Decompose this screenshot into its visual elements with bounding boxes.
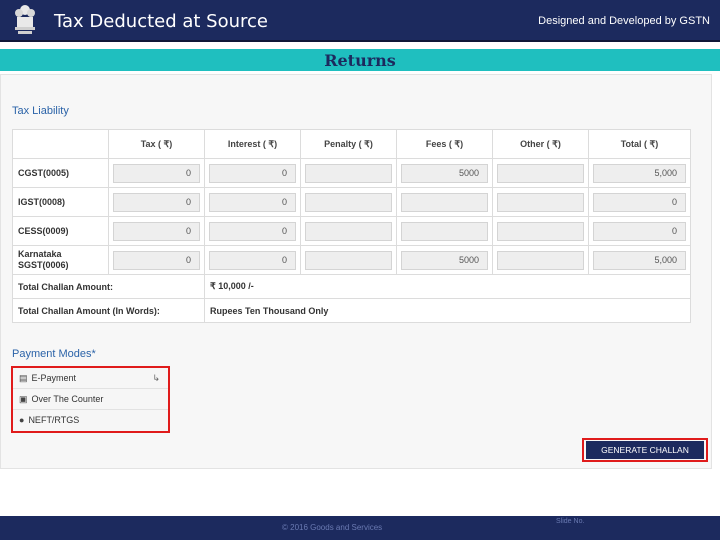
footer-page-number: Slide No.	[556, 518, 585, 525]
table-row: CESS(0009) 0 0 0	[12, 216, 691, 246]
tax-liability-table: Tax ( ₹) Interest ( ₹) Penalty ( ₹) Fees…	[12, 129, 691, 323]
payment-mode-over-the-counter[interactable]: ▣ Over The Counter	[13, 389, 168, 410]
page-title: Returns	[324, 51, 396, 70]
row-label-cess: CESS(0009)	[12, 216, 109, 246]
cess-tax-field[interactable]: 0	[113, 221, 200, 241]
row-label-igst: IGST(0008)	[12, 187, 109, 217]
column-header-fees: Fees ( ₹)	[396, 129, 493, 159]
national-emblem-icon	[15, 5, 35, 34]
sgst-fees-field[interactable]: 5000	[401, 250, 488, 270]
cess-penalty-field[interactable]	[305, 221, 392, 241]
table-header-row: Tax ( ₹) Interest ( ₹) Penalty ( ₹) Fees…	[12, 129, 691, 159]
cgst-tax-field[interactable]: 0	[113, 163, 200, 183]
column-header-other: Other ( ₹)	[492, 129, 589, 159]
cess-total-field: 0	[593, 221, 686, 241]
developer-credit: Designed and Developed by GSTN	[538, 15, 710, 27]
payment-mode-label: Over The Counter	[31, 393, 104, 404]
igst-other-field[interactable]	[497, 192, 584, 212]
bank-icon: ●	[19, 415, 25, 425]
payment-modes-heading: Payment Modes*	[12, 348, 96, 360]
cgst-interest-field[interactable]: 0	[209, 163, 296, 183]
payment-mode-neft-rtgs[interactable]: ● NEFT/RTGS	[13, 410, 168, 431]
sgst-interest-field[interactable]: 0	[209, 250, 296, 270]
table-row: IGST(0008) 0 0 0	[12, 187, 691, 217]
table-row: Karnataka SGST(0006) 0 0 5000 5,000	[12, 245, 691, 275]
app-header: Tax Deducted at Source Designed and Deve…	[0, 0, 720, 42]
total-words-value: Rupees Ten Thousand Only	[204, 298, 691, 323]
row-label-sgst: Karnataka SGST(0006)	[12, 245, 109, 275]
total-amount-label: Total Challan Amount:	[12, 274, 205, 299]
cgst-fees-field[interactable]: 5000	[401, 163, 488, 183]
total-amount-value: ₹ 10,000 /-	[204, 274, 691, 299]
column-header-penalty: Penalty ( ₹)	[300, 129, 397, 159]
sgst-other-field[interactable]	[497, 250, 584, 270]
sgst-penalty-field[interactable]	[305, 250, 392, 270]
row-label-cgst: CGST(0005)	[12, 158, 109, 188]
cgst-penalty-field[interactable]	[305, 163, 392, 183]
igst-fees-field[interactable]	[401, 192, 488, 212]
total-amount-row: Total Challan Amount: ₹ 10,000 /-	[12, 274, 691, 299]
card-icon: ▤	[19, 372, 28, 383]
sgst-total-field: 5,000	[593, 250, 686, 270]
footer-copyright: © 2016 Goods and Services	[282, 523, 383, 532]
app-title: Tax Deducted at Source	[54, 11, 268, 32]
total-words-row: Total Challan Amount (In Words): Rupees …	[12, 298, 691, 323]
table-row: CGST(0005) 0 0 5000 5,000	[12, 158, 691, 188]
column-header-interest: Interest ( ₹)	[204, 129, 301, 159]
column-header-blank	[12, 129, 109, 159]
payment-mode-label: E-Payment	[31, 372, 77, 383]
payment-mode-label: NEFT/RTGS	[28, 415, 80, 425]
cess-interest-field[interactable]: 0	[209, 221, 296, 241]
column-header-total: Total ( ₹)	[588, 129, 691, 159]
tax-liability-heading: Tax Liability	[12, 105, 69, 117]
igst-interest-field[interactable]: 0	[209, 192, 296, 212]
pointer-cursor-icon: ↳	[152, 372, 160, 383]
total-words-label: Total Challan Amount (In Words):	[12, 298, 205, 323]
payment-mode-epayment[interactable]: ▤ E-Payment ↳	[13, 368, 168, 389]
cgst-other-field[interactable]	[497, 163, 584, 183]
sgst-tax-field[interactable]: 0	[113, 250, 200, 270]
column-header-tax: Tax ( ₹)	[108, 129, 205, 159]
payment-modes-list: ▤ E-Payment ↳ ▣ Over The Counter ● NEFT/…	[11, 366, 170, 433]
igst-penalty-field[interactable]	[305, 192, 392, 212]
cess-other-field[interactable]	[497, 221, 584, 241]
igst-tax-field[interactable]: 0	[113, 192, 200, 212]
igst-total-field: 0	[593, 192, 686, 212]
counter-icon: ▣	[19, 393, 28, 404]
cgst-total-field: 5,000	[593, 163, 686, 183]
generate-challan-button[interactable]: GENERATE CHALLAN	[586, 441, 704, 459]
cess-fees-field[interactable]	[401, 221, 488, 241]
